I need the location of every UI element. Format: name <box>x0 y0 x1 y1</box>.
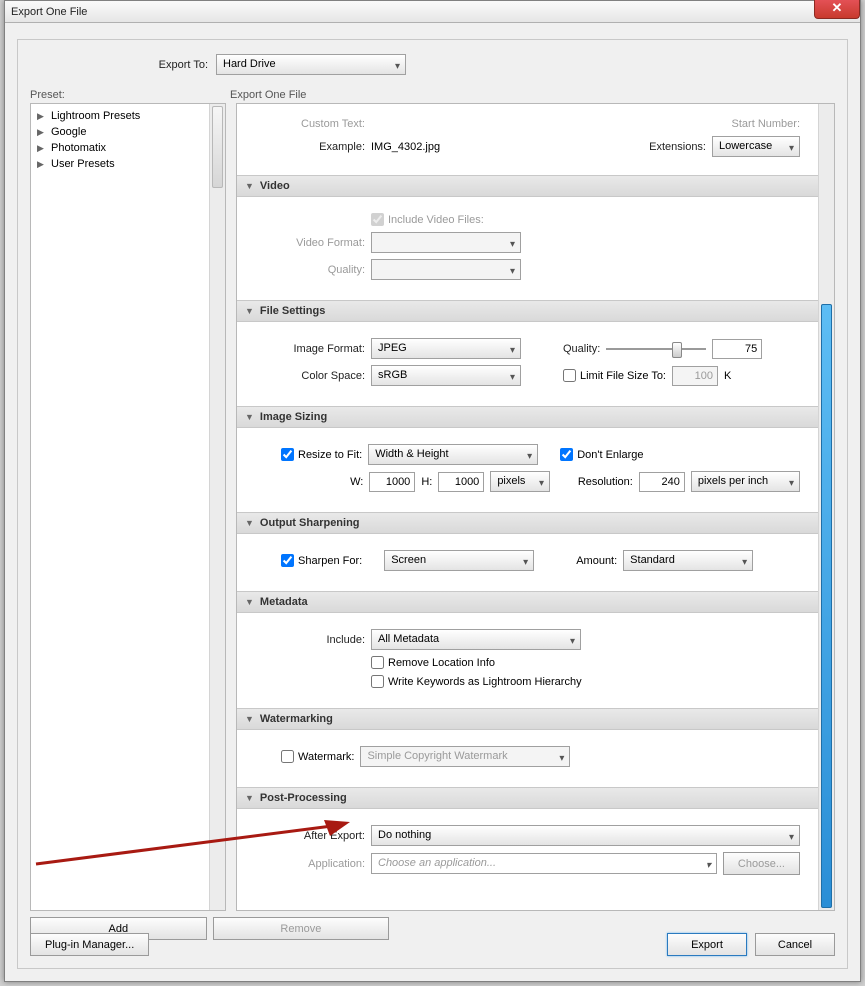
chevron-down-icon: ▼ <box>245 518 254 528</box>
dont-enlarge-checkbox[interactable]: Don't Enlarge <box>560 448 643 461</box>
color-space-label: Color Space: <box>255 370 365 382</box>
sharpen-for-select[interactable]: Screen <box>384 550 534 571</box>
example-value: IMG_4302.jpg <box>371 141 440 153</box>
size-unit-select[interactable]: pixels <box>490 471 550 492</box>
settings-panel: Custom Text: Start Number: Example: IMG_… <box>236 103 835 911</box>
start-number-label: Start Number: <box>732 118 800 130</box>
preset-item[interactable]: ▶Lightroom Presets <box>31 108 225 124</box>
quality-label: Quality: <box>563 343 600 355</box>
custom-text-label: Custom Text: <box>255 118 365 130</box>
quality-input[interactable] <box>712 339 762 359</box>
sharpen-amount-select[interactable]: Standard <box>623 550 753 571</box>
resize-to-fit-checkbox[interactable]: Resize to Fit: <box>281 448 362 461</box>
chevron-right-icon: ▶ <box>37 111 47 122</box>
preset-item[interactable]: ▶User Presets <box>31 156 225 172</box>
chevron-down-icon: ▼ <box>245 181 254 191</box>
cancel-button[interactable]: Cancel <box>755 933 835 956</box>
resolution-input[interactable] <box>639 472 685 492</box>
chevron-right-icon: ▶ <box>37 159 47 170</box>
include-video-checkbox[interactable]: Include Video Files: <box>371 213 484 226</box>
video-quality-select <box>371 259 521 280</box>
preset-scrollbar[interactable] <box>209 104 225 910</box>
export-to-row: Export To: Hard Drive <box>18 40 847 89</box>
example-label: Example: <box>255 141 365 153</box>
export-to-select[interactable]: Hard Drive <box>216 54 406 75</box>
quality-slider[interactable] <box>606 340 706 358</box>
chevron-down-icon: ▼ <box>245 597 254 607</box>
section-post-processing[interactable]: ▼Post-Processing <box>237 787 818 809</box>
window-title: Export One File <box>11 6 87 18</box>
chevron-right-icon: ▶ <box>37 143 47 154</box>
video-format-select <box>371 232 521 253</box>
column-headers: Preset: Export One File <box>18 89 847 103</box>
extensions-select[interactable]: Lowercase <box>712 136 800 157</box>
dialog-body: Export To: Hard Drive Preset: Export One… <box>17 39 848 969</box>
sharpen-for-checkbox[interactable]: Sharpen For: <box>281 554 362 567</box>
resolution-unit-select[interactable]: pixels per inch <box>691 471 800 492</box>
w-label: W: <box>350 476 363 488</box>
preset-panel: ▶Lightroom Presets ▶Google ▶Photomatix ▶… <box>30 103 226 911</box>
width-input[interactable] <box>369 472 415 492</box>
settings-header: Export One File <box>230 89 306 101</box>
resize-mode-select[interactable]: Width & Height <box>368 444 538 465</box>
image-format-label: Image Format: <box>255 343 365 355</box>
metadata-include-label: Include: <box>255 634 365 646</box>
limit-filesize-input <box>672 366 718 386</box>
chevron-down-icon: ▼ <box>245 793 254 803</box>
application-select: Choose an application... <box>371 853 717 874</box>
amount-label: Amount: <box>576 555 617 567</box>
chevron-down-icon: ▼ <box>245 412 254 422</box>
after-export-select[interactable]: Do nothing <box>371 825 800 846</box>
chevron-down-icon: ▼ <box>245 714 254 724</box>
height-input[interactable] <box>438 472 484 492</box>
limit-filesize-checkbox[interactable]: Limit File Size To: <box>563 369 666 382</box>
preset-item[interactable]: ▶Photomatix <box>31 140 225 156</box>
export-dialog: Export One File ✕ Export To: Hard Drive … <box>4 0 861 982</box>
application-label: Application: <box>255 858 365 870</box>
metadata-include-select[interactable]: All Metadata <box>371 629 581 650</box>
preset-list[interactable]: ▶Lightroom Presets ▶Google ▶Photomatix ▶… <box>31 104 225 910</box>
write-keywords-checkbox[interactable]: Write Keywords as Lightroom Hierarchy <box>371 675 582 688</box>
section-video[interactable]: ▼Video <box>237 175 818 197</box>
resolution-label: Resolution: <box>578 476 633 488</box>
section-file-settings[interactable]: ▼File Settings <box>237 300 818 322</box>
section-output-sharpening[interactable]: ▼Output Sharpening <box>237 512 818 534</box>
limit-unit: K <box>724 370 731 382</box>
extensions-label: Extensions: <box>649 141 706 153</box>
remove-location-checkbox[interactable]: Remove Location Info <box>371 656 495 669</box>
preset-header: Preset: <box>30 89 230 101</box>
image-format-select[interactable]: JPEG <box>371 338 521 359</box>
video-quality-label: Quality: <box>255 264 365 276</box>
plugin-manager-button[interactable]: Plug-in Manager... <box>30 933 149 956</box>
h-label: H: <box>421 476 432 488</box>
color-space-select[interactable]: sRGB <box>371 365 521 386</box>
export-button[interactable]: Export <box>667 933 747 956</box>
chevron-down-icon: ▼ <box>245 306 254 316</box>
titlebar: Export One File ✕ <box>5 1 860 23</box>
section-image-sizing[interactable]: ▼Image Sizing <box>237 406 818 428</box>
section-watermarking[interactable]: ▼Watermarking <box>237 708 818 730</box>
preset-item[interactable]: ▶Google <box>31 124 225 140</box>
watermark-checkbox[interactable]: Watermark: <box>281 750 354 763</box>
watermark-select: Simple Copyright Watermark <box>360 746 570 767</box>
chevron-right-icon: ▶ <box>37 127 47 138</box>
choose-app-button: Choose... <box>723 852 800 875</box>
settings-scrollbar[interactable] <box>818 104 834 910</box>
close-button[interactable]: ✕ <box>814 0 860 19</box>
video-format-label: Video Format: <box>255 237 365 249</box>
export-to-label: Export To: <box>138 59 208 71</box>
section-metadata[interactable]: ▼Metadata <box>237 591 818 613</box>
after-export-label: After Export: <box>255 830 365 842</box>
